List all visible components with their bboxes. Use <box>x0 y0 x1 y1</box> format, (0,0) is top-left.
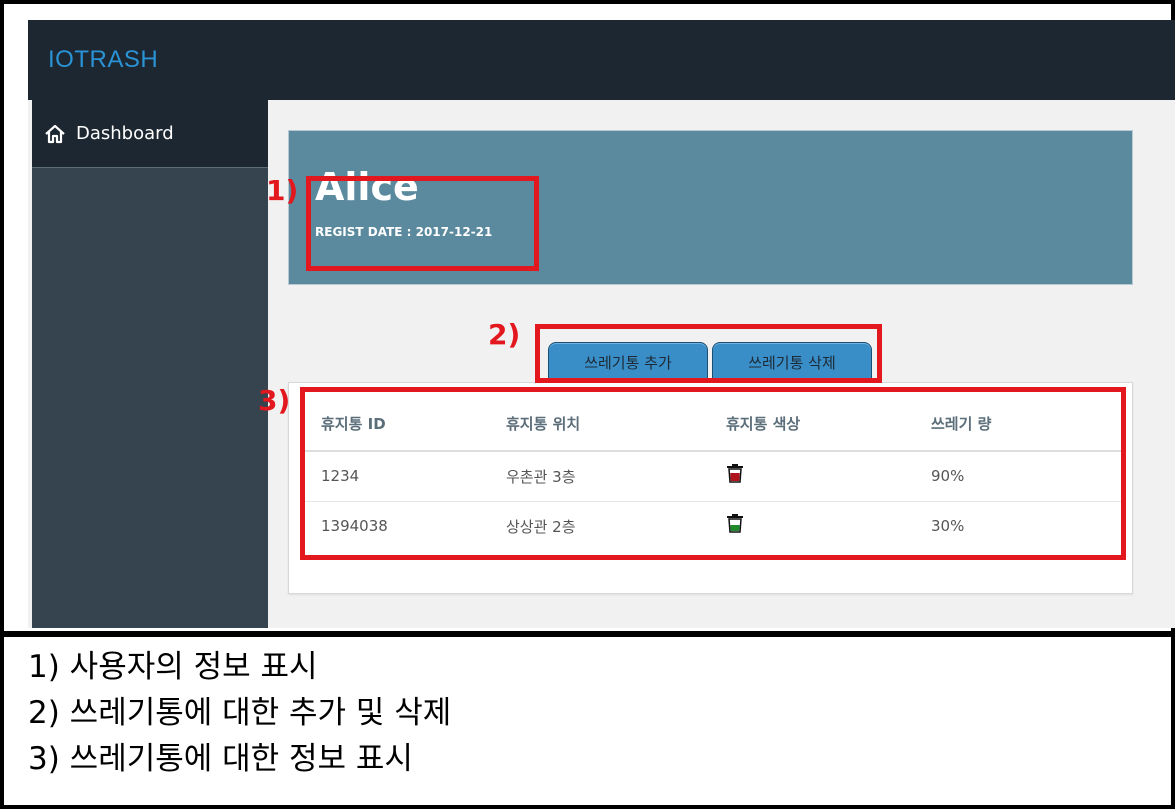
legend-line-1: 1) 사용자의 정보 표시 <box>28 649 318 685</box>
legend-divider <box>0 631 1175 637</box>
annotation-label-1: 1) <box>266 174 299 207</box>
sidebar: Dashboard <box>32 100 268 628</box>
annotation-box-user-info <box>306 176 539 271</box>
home-icon <box>44 123 66 145</box>
sidebar-item-label: Dashboard <box>76 123 174 144</box>
top-bar: IOTRASH <box>28 20 1175 100</box>
brand-logo[interactable]: IOTRASH <box>48 46 158 74</box>
annotation-legend: 1) 사용자의 정보 표시 2) 쓰레기통에 대한 추가 및 삭제 3) 쓰레기… <box>28 644 1158 782</box>
legend-line-3: 3) 쓰레기통에 대한 정보 표시 <box>28 741 413 777</box>
annotation-label-2: 2) <box>488 318 521 351</box>
legend-line-2: 2) 쓰레기통에 대한 추가 및 삭제 <box>28 695 452 731</box>
annotation-label-3: 3) <box>258 384 291 417</box>
annotation-box-bin-actions <box>535 324 882 383</box>
annotation-box-bin-table <box>300 387 1126 560</box>
sidebar-item-dashboard[interactable]: Dashboard <box>32 100 268 168</box>
